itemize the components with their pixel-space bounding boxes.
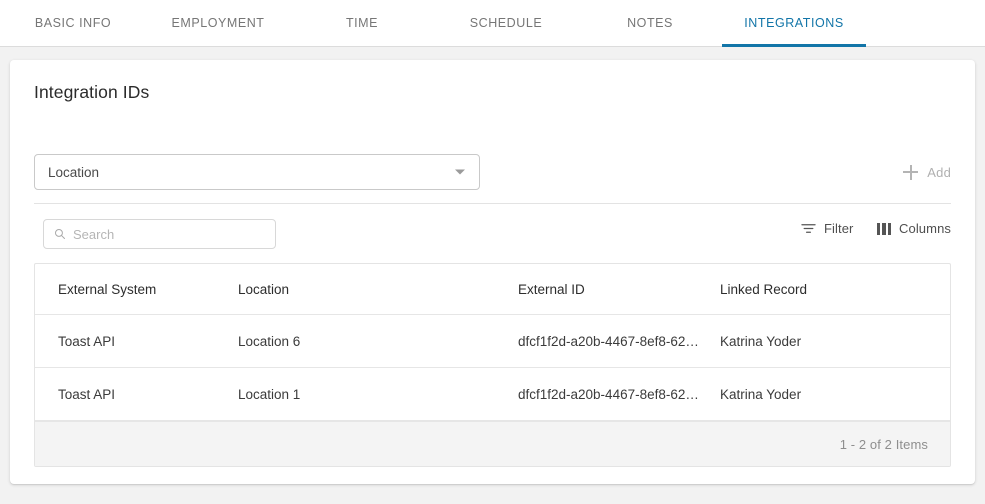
column-header-linked-record[interactable]: Linked Record — [720, 282, 930, 297]
column-header-external-id[interactable]: External ID — [518, 282, 720, 297]
tab-basic-info[interactable]: BASIC INFO — [0, 0, 146, 46]
chevron-down-icon — [455, 169, 465, 175]
tab-time[interactable]: TIME — [290, 0, 434, 46]
tab-label: SCHEDULE — [469, 16, 543, 30]
table-row[interactable]: Toast API Location 1 dfcf1f2d-a20b-4467-… — [35, 368, 950, 421]
add-button[interactable]: Add — [903, 159, 951, 185]
tab-integrations[interactable]: INTEGRATIONS — [722, 0, 866, 47]
tab-bar: BASIC INFO EMPLOYMENT TIME SCHEDULE NOTE… — [0, 0, 985, 47]
integrations-page: BASIC INFO EMPLOYMENT TIME SCHEDULE NOTE… — [0, 0, 985, 504]
search-input[interactable] — [73, 226, 253, 242]
tab-label: BASIC INFO — [34, 16, 112, 30]
columns-icon — [876, 222, 891, 235]
tab-employment[interactable]: EMPLOYMENT — [146, 0, 290, 46]
cell-linked-record: Katrina Yoder — [720, 386, 802, 402]
page-title: Integration IDs — [34, 82, 150, 102]
table-footer: 1 - 2 of 2 Items — [35, 421, 950, 466]
table-toolbar: Filter Columns — [34, 219, 951, 249]
filter-button[interactable]: Filter — [801, 221, 854, 236]
location-type-select[interactable]: Location — [34, 154, 480, 190]
columns-button[interactable]: Columns — [876, 221, 952, 236]
integration-ids-card: Integration IDs Location Add Search Filt… — [10, 60, 975, 484]
filter-label: Filter — [824, 221, 854, 236]
column-header-location[interactable]: Location — [238, 282, 518, 297]
cell-external-id: dfcf1f2d-a20b-4467-8ef8-62… — [518, 333, 699, 349]
cell-location: Location 6 — [238, 333, 301, 349]
search-box[interactable] — [43, 219, 276, 249]
tab-label: INTEGRATIONS — [744, 16, 844, 30]
tab-schedule[interactable]: SCHEDULE — [434, 0, 578, 46]
select-row: Location Add — [34, 154, 951, 190]
cell-linked-record: Katrina Yoder — [720, 333, 802, 349]
tab-label: NOTES — [627, 16, 673, 30]
columns-label: Columns — [899, 221, 951, 236]
select-value: Location — [48, 164, 100, 180]
table-row[interactable]: Toast API Location 6 dfcf1f2d-a20b-4467-… — [35, 315, 950, 368]
plus-icon — [903, 164, 919, 180]
cell-external-system: Toast API — [58, 386, 116, 402]
column-header-external-system[interactable]: External System — [35, 282, 238, 297]
add-button-label: Add — [927, 164, 951, 180]
toolbar-actions: Filter Columns — [801, 221, 951, 236]
tab-notes[interactable]: NOTES — [578, 0, 722, 46]
search-icon — [55, 229, 65, 239]
table-header-row: External System Location External ID Lin… — [35, 264, 950, 315]
tab-label: TIME — [345, 16, 379, 30]
filter-icon — [801, 224, 816, 233]
integration-ids-table: External System Location External ID Lin… — [34, 263, 951, 467]
tab-label: EMPLOYMENT — [171, 16, 265, 30]
cell-external-system: Toast API — [58, 333, 116, 349]
section-divider — [34, 203, 951, 204]
cell-external-id: dfcf1f2d-a20b-4467-8ef8-62… — [518, 386, 699, 402]
pagination-summary: 1 - 2 of 2 Items — [839, 436, 928, 452]
cell-location: Location 1 — [238, 386, 301, 402]
